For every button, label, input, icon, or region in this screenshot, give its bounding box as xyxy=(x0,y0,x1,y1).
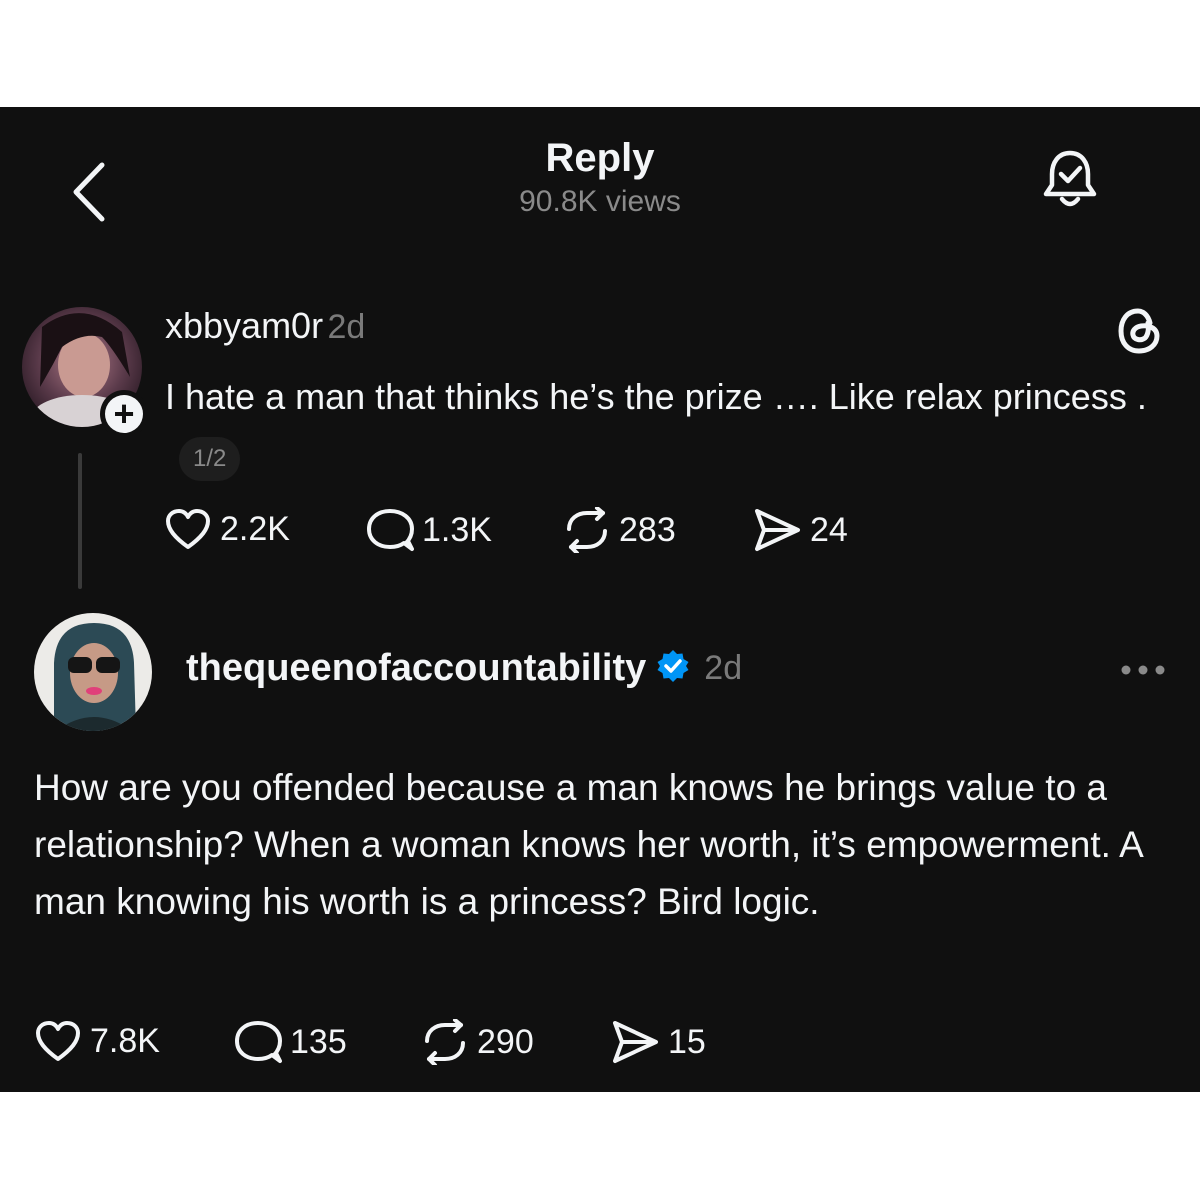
repost-button[interactable]: 290 xyxy=(421,1019,534,1065)
verified-badge-icon xyxy=(656,649,690,688)
repost-button[interactable]: 283 xyxy=(563,507,676,553)
comment-count: 1.3K xyxy=(422,510,492,549)
comment-icon xyxy=(367,509,414,551)
post-text-container: I hate a man that thinks he’s the prize … xyxy=(165,365,1155,493)
repost-icon xyxy=(567,507,607,553)
page-title: Reply xyxy=(545,136,655,180)
like-button[interactable]: 7.8K xyxy=(34,1019,160,1063)
share-count: 15 xyxy=(668,1022,706,1061)
username[interactable]: xbbyam0r xyxy=(165,305,323,346)
header: Reply 90.8K views xyxy=(0,132,1200,220)
like-button[interactable]: 2.2K xyxy=(164,507,290,551)
heart-icon xyxy=(166,509,210,549)
share-count: 24 xyxy=(810,510,848,549)
username[interactable]: thequeenofaccountability xyxy=(186,647,646,690)
post-time: 2d xyxy=(327,308,366,346)
more-options-icon[interactable] xyxy=(1118,655,1168,685)
post-header: xbbyam0r 2d xyxy=(165,305,365,347)
view-count: 90.8K views xyxy=(519,185,681,218)
share-button[interactable]: 15 xyxy=(610,1019,706,1065)
thread-counter-badge: 1/2 xyxy=(179,437,241,482)
repost-count: 290 xyxy=(477,1022,534,1061)
threads-reply-screen: Reply 90.8K views + xbbyam0r 2d I hate a… xyxy=(0,107,1200,1092)
send-icon xyxy=(613,1021,658,1063)
send-icon xyxy=(755,509,800,551)
post-text: I hate a man that thinks he’s the prize … xyxy=(165,376,1147,417)
comment-icon xyxy=(235,1021,282,1063)
reply-header: thequeenofaccountability 2d xyxy=(186,647,742,690)
like-count: 7.8K xyxy=(90,1021,160,1060)
comment-button[interactable]: 135 xyxy=(234,1019,347,1065)
avatar-thequeenofaccountability[interactable] xyxy=(34,613,152,731)
like-count: 2.2K xyxy=(220,509,290,548)
heart-icon xyxy=(36,1021,80,1061)
follow-button[interactable]: + xyxy=(100,390,148,438)
comment-button[interactable]: 1.3K xyxy=(366,507,492,553)
threads-logo-icon[interactable] xyxy=(1112,303,1168,359)
reply-time: 2d xyxy=(704,649,743,687)
repost-count: 283 xyxy=(619,510,676,549)
comment-count: 135 xyxy=(290,1022,347,1061)
plus-icon: + xyxy=(105,395,143,433)
reply-text: How are you offended because a man knows… xyxy=(34,767,1142,922)
thread-line xyxy=(78,453,82,589)
repost-icon xyxy=(425,1019,465,1065)
share-button[interactable]: 24 xyxy=(752,507,848,553)
notification-bell-icon[interactable] xyxy=(1040,147,1100,213)
